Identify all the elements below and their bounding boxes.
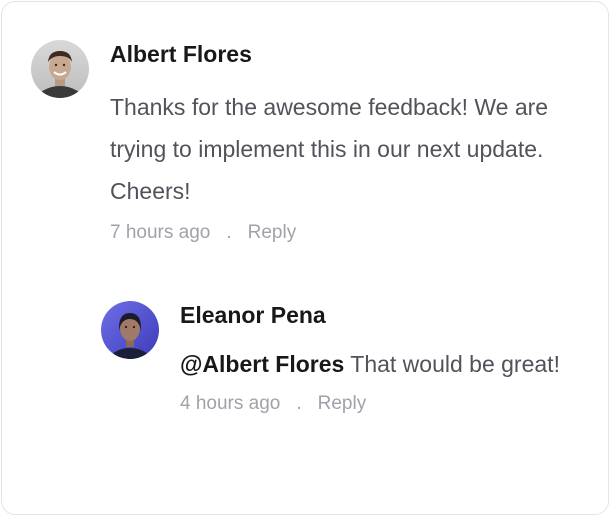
reply-message: That would be great!	[344, 351, 560, 377]
avatar-woman-icon	[101, 301, 159, 359]
reply-meta: 4 hours ago . Reply	[180, 393, 591, 415]
comment-thread-card: Albert Flores Thanks for the awesome fee…	[1, 1, 609, 515]
comment-text: Thanks for the awesome feedback! We are …	[110, 94, 549, 204]
avatar[interactable]	[101, 301, 159, 359]
reply-comment: Eleanor Pena @Albert Flores That would b…	[101, 301, 591, 415]
reply-author[interactable]: Eleanor Pena	[180, 301, 591, 329]
comment-timestamp: 7 hours ago	[110, 222, 211, 243]
meta-separator: .	[296, 393, 302, 414]
reply-text: @Albert Flores That would be great!	[180, 343, 591, 385]
comment: Albert Flores Thanks for the awesome fee…	[31, 40, 591, 244]
reply-timestamp: 4 hours ago	[180, 393, 281, 414]
reply-button[interactable]: Reply	[248, 222, 297, 244]
comment-author[interactable]: Albert Flores	[110, 40, 591, 68]
reply-button[interactable]: Reply	[318, 393, 367, 415]
avatar-man-icon	[31, 40, 89, 98]
comment-meta: 7 hours ago . Reply	[110, 222, 591, 244]
meta-separator: .	[226, 222, 232, 243]
avatar[interactable]	[31, 40, 89, 98]
mention-link[interactable]: @Albert Flores	[180, 351, 344, 377]
